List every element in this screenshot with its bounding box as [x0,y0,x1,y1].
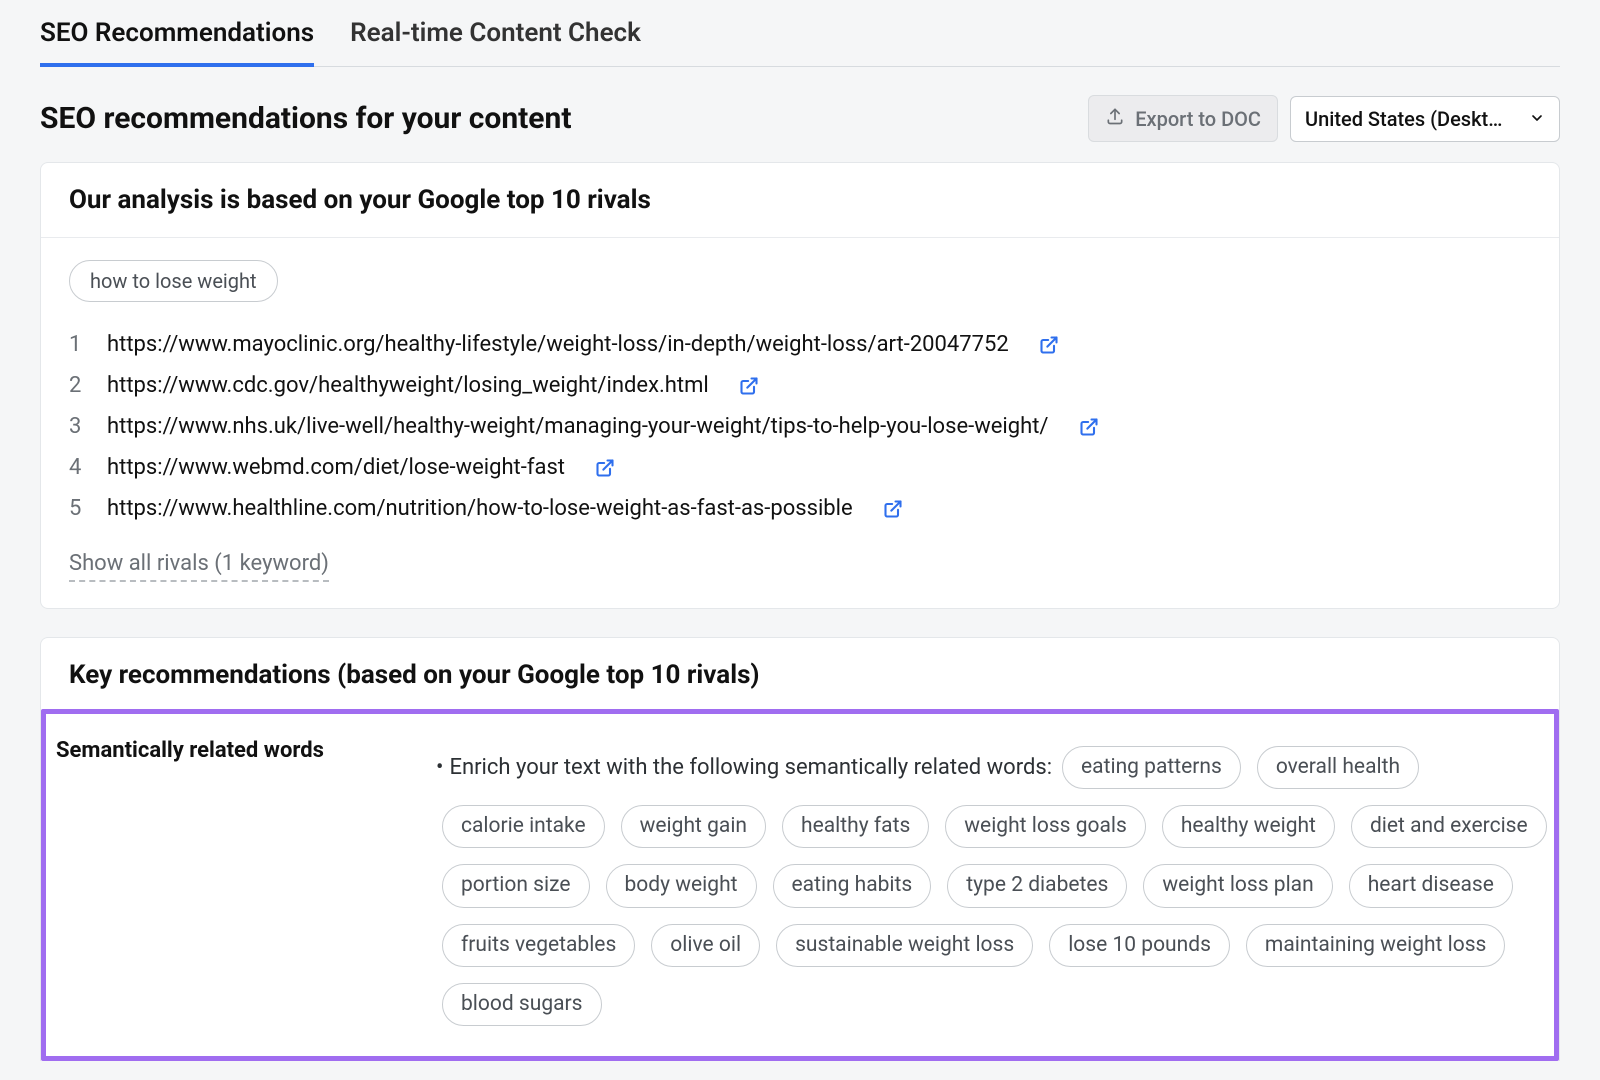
rival-number: 3 [69,414,87,439]
header-row: SEO recommendations for your content Exp… [40,67,1560,162]
chevron-down-icon [1529,107,1545,131]
rival-row: 1 https://www.mayoclinic.org/healthy-lif… [69,324,1531,365]
related-word-pill[interactable]: maintaining weight loss [1246,924,1505,967]
related-word-pill[interactable]: body weight [606,864,757,907]
related-word-pill[interactable]: portion size [442,864,590,907]
rival-number: 4 [69,455,87,480]
intro-text: •Enrich your text with the following sem… [436,755,1052,780]
rival-url: https://www.cdc.gov/healthyweight/losing… [107,373,709,398]
rival-number: 2 [69,373,87,398]
external-link-icon[interactable] [739,376,759,396]
database-label: United States (Deskt… [1305,107,1502,131]
export-label: Export to DOC [1135,107,1261,131]
external-link-icon[interactable] [595,458,615,478]
related-word-pill[interactable]: overall health [1257,746,1419,789]
related-word-pill[interactable]: fruits vegetables [442,924,635,967]
tab-realtime-content-check[interactable]: Real-time Content Check [350,18,641,66]
related-word-pill[interactable]: olive oil [651,924,760,967]
rival-url: https://www.nhs.uk/live-well/healthy-wei… [107,414,1049,439]
key-recs-title: Key recommendations (based on your Googl… [41,638,1559,713]
related-word-pill[interactable]: healthy weight [1162,805,1335,848]
database-dropdown[interactable]: United States (Deskt… [1290,96,1560,142]
rival-number: 1 [69,332,87,357]
related-word-pill[interactable]: type 2 diabetes [947,864,1127,907]
rival-url: https://www.mayoclinic.org/healthy-lifes… [107,332,1009,357]
semantically-related-section: Semantically related words •Enrich your … [41,709,1559,1061]
keyword-pill[interactable]: how to lose weight [69,260,278,302]
related-word-pill[interactable]: eating patterns [1062,746,1241,789]
related-word-pill[interactable]: blood sugars [442,983,602,1026]
header-actions: Export to DOC United States (Deskt… [1088,95,1560,142]
related-words-list: •Enrich your text with the following sem… [436,740,1554,1032]
rival-url: https://www.webmd.com/diet/lose-weight-f… [107,455,565,480]
related-word-pill[interactable]: heart disease [1349,864,1513,907]
rivals-card: Our analysis is based on your Google top… [40,162,1560,609]
external-link-icon[interactable] [883,499,903,519]
rival-row: 5 https://www.healthline.com/nutrition/h… [69,488,1531,529]
rival-row: 3 https://www.nhs.uk/live-well/healthy-w… [69,406,1531,447]
key-recommendations-card: Key recommendations (based on your Googl… [40,637,1560,1061]
tab-seo-recommendations[interactable]: SEO Recommendations [40,18,314,66]
related-word-pill[interactable]: lose 10 pounds [1049,924,1230,967]
show-all-rivals-link[interactable]: Show all rivals (1 keyword) [69,551,329,582]
rival-url: https://www.healthline.com/nutrition/how… [107,496,853,521]
related-word-pill[interactable]: weight loss plan [1143,864,1332,907]
external-link-icon[interactable] [1039,335,1059,355]
rival-number: 5 [69,496,87,521]
related-word-pill[interactable]: weight gain [621,805,766,848]
upload-icon [1105,106,1125,131]
section-label: Semantically related words [56,738,376,1032]
related-word-pill[interactable]: diet and exercise [1351,805,1547,848]
page-title: SEO recommendations for your content [40,101,571,136]
export-to-doc-button[interactable]: Export to DOC [1088,95,1278,142]
rival-row: 4 https://www.webmd.com/diet/lose-weight… [69,447,1531,488]
related-word-pill[interactable]: sustainable weight loss [776,924,1033,967]
related-word-pill[interactable]: calorie intake [442,805,605,848]
related-word-pill[interactable]: eating habits [773,864,932,907]
related-word-pill[interactable]: healthy fats [782,805,929,848]
external-link-icon[interactable] [1079,417,1099,437]
tabs: SEO Recommendations Real-time Content Ch… [40,0,1560,67]
related-word-pill[interactable]: weight loss goals [945,805,1146,848]
rival-row: 2 https://www.cdc.gov/healthyweight/losi… [69,365,1531,406]
rivals-card-title: Our analysis is based on your Google top… [41,163,1559,238]
